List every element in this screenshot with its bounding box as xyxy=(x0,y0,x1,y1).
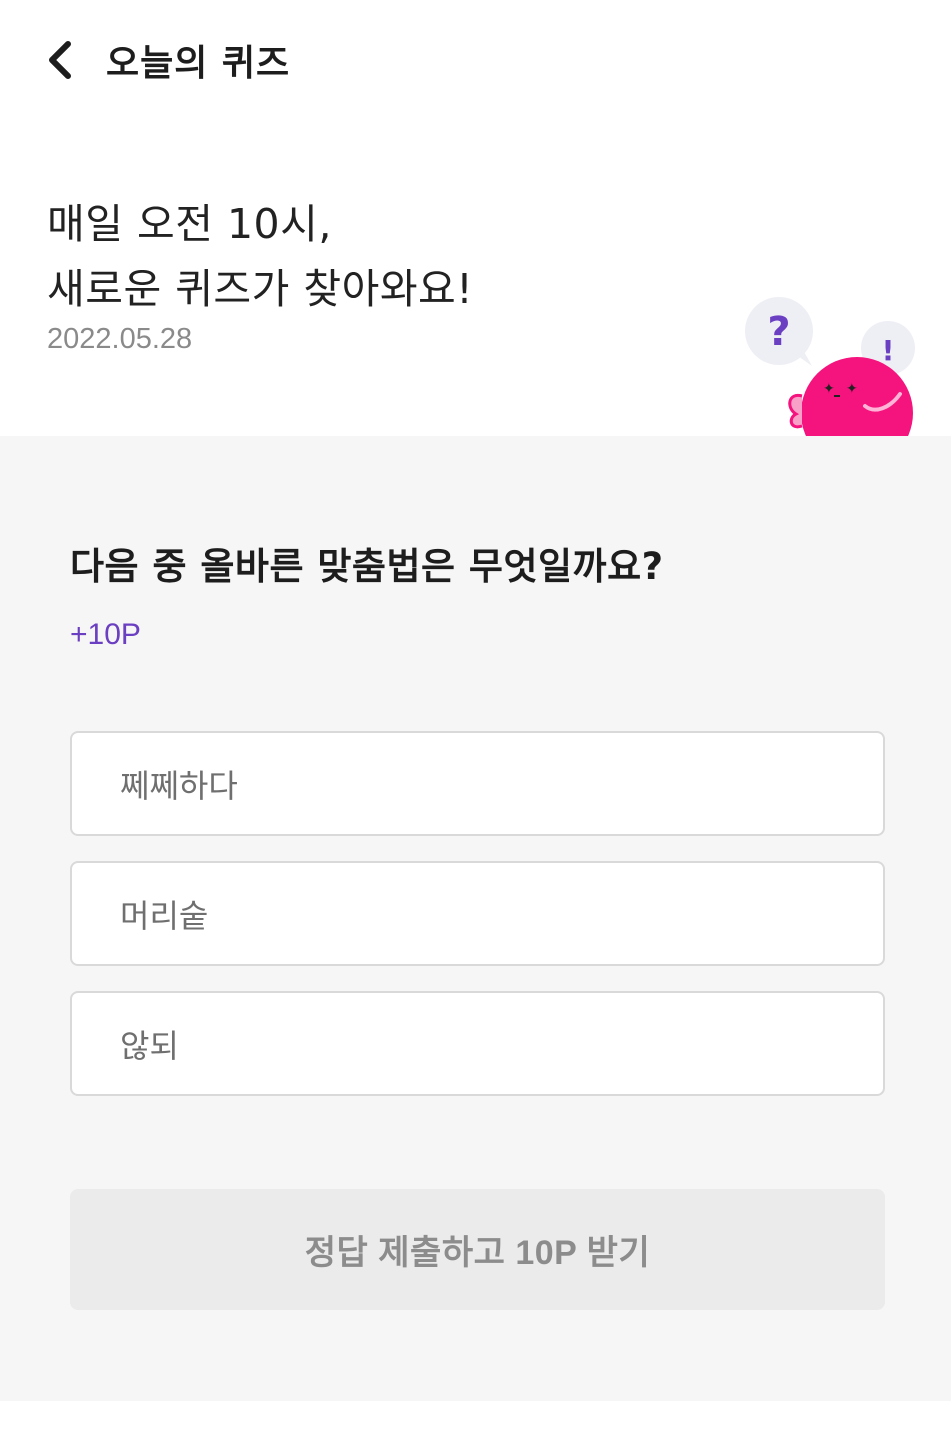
chevron-left-icon xyxy=(49,41,71,79)
hero-headline-line2: 새로운 퀴즈가 찾아와요! xyxy=(47,265,474,313)
answer-option-2[interactable]: 머리숱 xyxy=(70,861,885,966)
answer-option-label: 쩨쩨하다 xyxy=(120,766,238,805)
mascot-character-icon: ? ! ✦ ✦ xyxy=(745,297,915,436)
quiz-question: 다음 중 올바른 맞춤법은 무엇일까요? xyxy=(70,545,664,588)
reward-points: +10P xyxy=(70,618,141,651)
quiz-date: 2022.05.28 xyxy=(47,323,193,355)
svg-text:✦: ✦ xyxy=(823,381,835,397)
back-button[interactable] xyxy=(30,30,90,90)
top-bar: 오늘의 퀴즈 xyxy=(0,0,951,120)
page-title: 오늘의 퀴즈 xyxy=(106,43,291,84)
answer-options: 쩨쩨하다 머리숱 않되 xyxy=(70,731,885,1121)
answer-option-label: 않되 xyxy=(120,1026,179,1065)
submit-answer-button[interactable]: 정답 제출하고 10P 받기 xyxy=(70,1189,885,1310)
hero-section: 매일 오전 10시, 새로운 퀴즈가 찾아와요! 2022.05.28 ? ! … xyxy=(0,120,951,436)
quiz-page: 오늘의 퀴즈 매일 오전 10시, 새로운 퀴즈가 찾아와요! 2022.05.… xyxy=(0,0,951,1438)
question-mark-text: ? xyxy=(767,309,790,355)
exclaim-mark-text: ! xyxy=(882,334,895,367)
answer-option-label: 머리숱 xyxy=(120,896,209,935)
hero-headline-line1: 매일 오전 10시, xyxy=(47,200,332,248)
answer-option-1[interactable]: 쩨쩨하다 xyxy=(70,731,885,836)
submit-answer-label: 정답 제출하고 10P 받기 xyxy=(304,1234,651,1272)
svg-text:✦: ✦ xyxy=(846,381,858,397)
answer-option-3[interactable]: 않되 xyxy=(70,991,885,1096)
quiz-panel: 다음 중 올바른 맞춤법은 무엇일까요? +10P 쩨쩨하다 머리숱 않되 정답… xyxy=(0,436,951,1401)
bottom-spacer xyxy=(0,1401,951,1438)
